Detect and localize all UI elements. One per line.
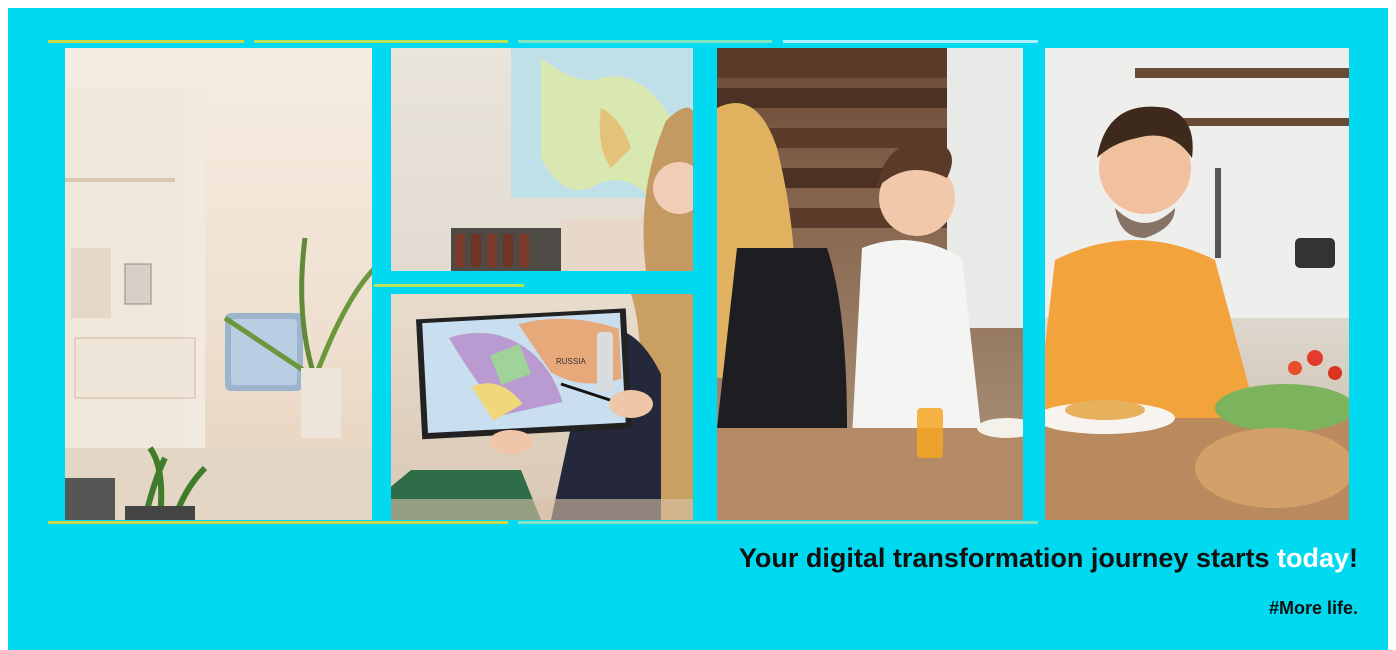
banner: RUSSIA Your digital transformation journ… [8, 8, 1388, 650]
photo-man-kitchen [1045, 48, 1349, 520]
photo-collage: RUSSIA [8, 8, 1388, 538]
headline-exclamation: ! [1349, 543, 1358, 573]
accent-line [48, 521, 508, 524]
photo-family-breakfast [717, 48, 1023, 520]
photo-world-map [391, 48, 693, 271]
tagline: #More life. [1268, 598, 1358, 618]
accent-line [254, 40, 508, 43]
headline: Your digital transformation journey star… [739, 543, 1358, 574]
headline-highlight: today [1276, 543, 1349, 573]
map-label: RUSSIA [556, 357, 586, 366]
accent-line [783, 40, 1038, 43]
accent-line [518, 521, 1038, 524]
headline-text: Your digital transformation journey star… [738, 543, 1277, 573]
photo-office [65, 48, 372, 520]
accent-line [518, 40, 772, 43]
accent-line [374, 284, 524, 287]
photo-presenter-with-map: RUSSIA [391, 294, 693, 520]
accent-line [48, 40, 244, 43]
